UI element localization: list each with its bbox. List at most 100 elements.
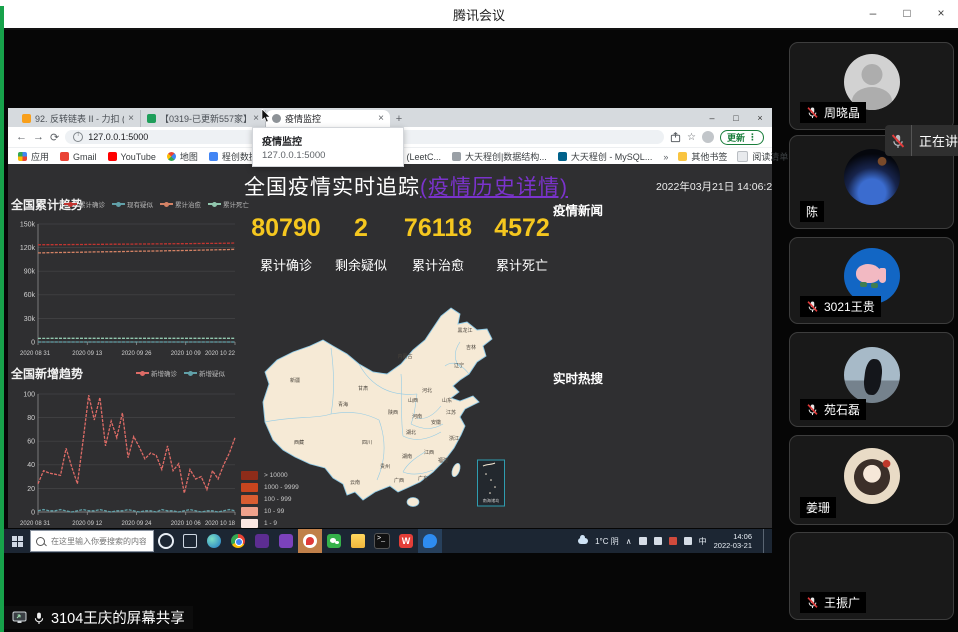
stat-label: 累计死亡: [482, 255, 562, 274]
map-legend-swatch: [241, 495, 258, 504]
participant-tile[interactable]: 王振广: [789, 532, 954, 620]
legend-item[interactable]: 新增确诊: [136, 368, 177, 378]
system-tray: 1°C 阴 ∧ 中 14:06 2022-03-21: [578, 529, 772, 553]
legend-marker: [184, 372, 197, 374]
tab-tooltip: 疫情监控 127.0.0.1:5000: [252, 127, 404, 167]
legend-label: 新增疑似: [199, 368, 225, 378]
music-taskbar-button[interactable]: [298, 529, 322, 553]
legend-item[interactable]: 新增疑似: [184, 368, 225, 378]
purple-taskbar-button[interactable]: [274, 529, 298, 553]
close-button[interactable]: ×: [924, 0, 958, 26]
legend-item[interactable]: 累计治愈: [160, 199, 201, 209]
legend-label: 累计确诊: [79, 199, 105, 209]
participant-tile[interactable]: 苑石磊: [789, 332, 954, 427]
legend-item[interactable]: 现有疑似: [112, 199, 153, 209]
bookmark-item[interactable]: 阅读清单: [737, 150, 788, 163]
participant-name-chip: 周晓晶: [800, 102, 866, 123]
tab-close-icon[interactable]: ×: [253, 113, 259, 124]
clock[interactable]: 14:06 2022-03-21: [714, 532, 752, 551]
share-icon[interactable]: [670, 132, 681, 143]
bookmark-item[interactable]: 大天程创|数据结构...: [452, 150, 547, 163]
browser-tab[interactable]: 疫情监控×: [266, 110, 390, 127]
vscode-taskbar-button[interactable]: [250, 529, 274, 553]
bookmark-item[interactable]: 地图: [167, 150, 198, 163]
legend-label: 累计治愈: [175, 199, 201, 209]
legend-marker: [64, 203, 77, 205]
tab-close-icon[interactable]: ×: [128, 113, 134, 124]
stat-value: 4572: [482, 214, 562, 243]
wps-taskbar-button[interactable]: W: [394, 529, 418, 553]
bookmarks-overflow-icon[interactable]: »: [663, 152, 668, 162]
browser-tab[interactable]: 92. 反转链表 II - 力扣 (LeetCod... ×: [16, 110, 141, 127]
volume-icon[interactable]: [684, 537, 692, 545]
weather-icon: [578, 538, 588, 544]
notification-icon[interactable]: [669, 537, 677, 545]
weather-label[interactable]: 1°C 阴: [595, 536, 619, 547]
bookmark-label: 大天程创 - MySQL...: [571, 150, 653, 163]
participant-name: 3021王贵: [824, 298, 875, 315]
browser-tab[interactable]: 【0319-已更新557家】先进企业×: [141, 110, 266, 127]
task-view-button[interactable]: [178, 529, 202, 553]
svg-text:2020 10 22: 2020 10 22: [205, 351, 236, 357]
tray-chevron-icon[interactable]: ∧: [626, 537, 632, 546]
legend-item[interactable]: 累计死亡: [208, 199, 249, 209]
stat-block: 80790累计确诊: [244, 214, 328, 274]
bookmark-item[interactable]: 应用: [18, 150, 49, 163]
ime-indicator[interactable]: 中: [699, 536, 707, 547]
browser-minimize-button[interactable]: –: [700, 113, 724, 123]
site-info-icon[interactable]: [73, 132, 83, 142]
province-label: 江苏: [446, 409, 456, 416]
network-icon[interactable]: [639, 537, 647, 545]
svg-text:2020 08 31: 2020 08 31: [20, 351, 51, 357]
legend-item[interactable]: 累计确诊: [64, 199, 105, 209]
province-label: 福建: [438, 457, 448, 464]
tooltip-title: 疫情监控: [262, 133, 394, 148]
map-legend-swatch: [241, 507, 258, 516]
province-label: 黑龙江: [457, 327, 472, 334]
maximize-button[interactable]: □: [890, 0, 924, 26]
back-icon[interactable]: ←: [16, 131, 27, 143]
minimize-button[interactable]: –: [856, 0, 890, 26]
browser-maximize-button[interactable]: □: [724, 113, 748, 123]
province-label: 辽宁: [454, 362, 464, 369]
participant-tile[interactable]: 3021王贵: [789, 237, 954, 324]
tab-title: 92. 反转链表 II - 力扣 (LeetCod...: [35, 112, 124, 125]
history-detail-link[interactable]: (疫情历史详情): [420, 176, 568, 199]
bookmark-item[interactable]: 大天程创 - MySQL...: [558, 150, 653, 163]
reload-icon[interactable]: ⟳: [50, 131, 59, 144]
start-button[interactable]: [4, 529, 30, 553]
meeting-taskbar-button[interactable]: [418, 529, 442, 553]
province-label: 新疆: [290, 377, 300, 384]
participant-tile[interactable]: 姜珊: [789, 435, 954, 525]
participant-tile[interactable]: 周晓晶: [789, 42, 954, 130]
explorer-taskbar-button[interactable]: [346, 529, 370, 553]
list-icon: [737, 151, 748, 162]
bookmark-item[interactable]: Gmail: [60, 152, 97, 162]
address-url: 127.0.0.1:5000: [88, 132, 148, 142]
edge-taskbar-button[interactable]: [202, 529, 226, 553]
purple-icon: [279, 534, 293, 548]
svg-text:0: 0: [31, 339, 35, 346]
forward-icon[interactable]: →: [33, 131, 44, 143]
taskbar-search[interactable]: [30, 530, 154, 552]
province-label: 湖南: [402, 453, 412, 460]
bookmark-item[interactable]: YouTube: [108, 152, 156, 162]
legend-label: 累计死亡: [223, 199, 249, 209]
svg-text:40: 40: [27, 462, 35, 469]
terminal-taskbar-button[interactable]: [370, 529, 394, 553]
search-input[interactable]: [49, 536, 148, 547]
battery-icon[interactable]: [654, 537, 662, 545]
browser-close-button[interactable]: ×: [748, 113, 772, 123]
bookmark-star-icon[interactable]: ☆: [687, 132, 696, 143]
chrome-update-button[interactable]: 更新 ⋮: [720, 130, 764, 145]
cortana-button[interactable]: [154, 529, 178, 553]
profile-avatar[interactable]: [702, 131, 714, 143]
chrome-taskbar-button[interactable]: [226, 529, 250, 553]
show-desktop-button[interactable]: [763, 529, 768, 553]
tab-close-icon[interactable]: ×: [378, 113, 384, 124]
bookmark-item[interactable]: 其他书签: [678, 150, 727, 163]
new-tab-button[interactable]: +: [390, 110, 408, 127]
chrome-browser-window: 92. 反转链表 II - 力扣 (LeetCod...×【0319-已更新55…: [8, 108, 772, 528]
wechat-taskbar-button[interactable]: [322, 529, 346, 553]
tooltip-url: 127.0.0.1:5000: [262, 150, 394, 161]
